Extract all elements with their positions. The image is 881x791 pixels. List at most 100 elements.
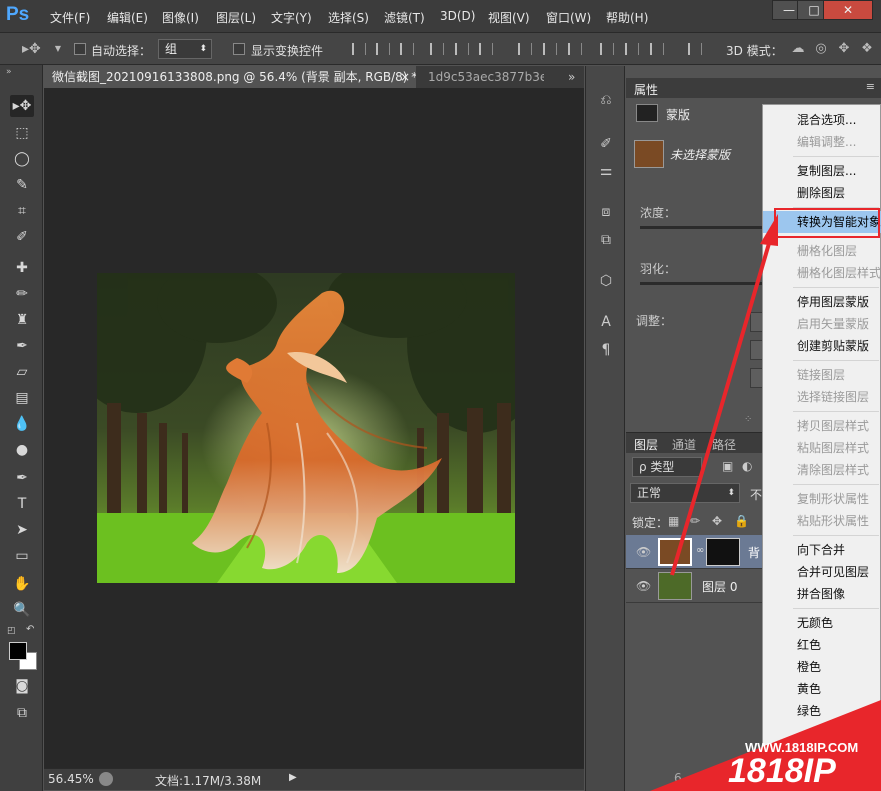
quick-mask-icon[interactable]: ◙ xyxy=(10,675,34,697)
menu-item-green[interactable]: 绿色 xyxy=(763,700,881,722)
quick-select-tool-icon[interactable]: ✎ xyxy=(10,174,34,196)
feather-slider[interactable] xyxy=(640,282,765,285)
menu-item-duplicate-layer[interactable]: 复制图层... xyxy=(763,160,881,182)
tab-paths[interactable]: 路径 xyxy=(712,436,736,453)
dodge-tool-icon[interactable]: ● xyxy=(10,439,34,461)
hand-tool-icon[interactable]: ✋ xyxy=(10,573,34,595)
layer-kind-filter[interactable]: ρ 类型 xyxy=(632,457,702,477)
move-tool-preset-icon[interactable]: ▸✥ xyxy=(22,41,41,57)
3d-rotate-icon[interactable]: ☁ xyxy=(790,41,806,57)
clone-source-icon[interactable]: ⧈ xyxy=(596,202,616,222)
menu-type[interactable]: 文字(Y) xyxy=(271,9,312,26)
menu-item-no-color[interactable]: 无颜色 xyxy=(763,612,881,634)
clone-stamp-tool-icon[interactable]: ♜ xyxy=(10,309,34,331)
eraser-tool-icon[interactable]: ▱ xyxy=(10,361,34,383)
distribute-hcenter-icon[interactable] xyxy=(625,43,639,55)
distribute-right-icon[interactable] xyxy=(650,43,664,55)
menu-view[interactable]: 视图(V) xyxy=(488,9,530,26)
character-panel-icon[interactable]: A xyxy=(596,312,616,332)
canvas-area[interactable] xyxy=(44,88,584,768)
marquee-tool-icon[interactable]: ⬚ xyxy=(10,122,34,144)
resize-handle-icon[interactable]: ⁘ xyxy=(744,414,752,425)
align-right-icon[interactable] xyxy=(479,43,493,55)
menu-3d[interactable]: 3D(D) xyxy=(440,9,475,23)
zoom-level[interactable]: 56.45% xyxy=(48,772,94,786)
3d-slide-icon[interactable]: ❖ xyxy=(859,41,875,57)
menu-image[interactable]: 图像(I) xyxy=(162,9,199,26)
brush-presets-icon[interactable]: ⚌ xyxy=(596,161,616,181)
filter-adjust-icon[interactable]: ◐ xyxy=(742,459,752,473)
properties-title[interactable]: 属性 xyxy=(634,81,658,98)
rectangle-tool-icon[interactable]: ▭ xyxy=(10,545,34,567)
paragraph-panel-icon[interactable]: ¶ xyxy=(596,340,616,360)
link-chain-icon[interactable]: ∞ xyxy=(696,545,704,556)
distribute-top-icon[interactable] xyxy=(518,43,532,55)
screen-mode-icon[interactable]: ⧉ xyxy=(10,702,34,724)
align-bottom-icon[interactable] xyxy=(400,43,414,55)
layer-mask-thumbnail[interactable] xyxy=(706,538,740,566)
document-image[interactable] xyxy=(97,273,515,583)
align-vcenter-icon[interactable] xyxy=(376,43,390,55)
align-top-icon[interactable] xyxy=(352,43,366,55)
tool-presets-icon[interactable]: ⧉ xyxy=(596,230,616,250)
menu-item-red[interactable]: 红色 xyxy=(763,634,881,656)
layer-name[interactable]: 背 xyxy=(748,544,760,561)
brushes-panel-icon[interactable]: ✐ xyxy=(596,134,616,154)
history-brush-tool-icon[interactable]: ✒ xyxy=(10,335,34,357)
status-share-icon[interactable] xyxy=(99,772,113,786)
align-left-icon[interactable] xyxy=(430,43,444,55)
menu-item-flatten-image[interactable]: 拼合图像 xyxy=(763,583,881,605)
collapse-icon[interactable]: » xyxy=(6,67,12,77)
blend-mode-select[interactable]: 正常 ⬍ xyxy=(630,483,740,503)
menu-item-disable-layer-mask[interactable]: 停用图层蒙版 xyxy=(763,291,881,313)
3d-panel-icon[interactable]: ⬡ xyxy=(596,271,616,291)
auto-select-dropdown[interactable]: 组 ⬍ xyxy=(158,39,212,59)
align-hcenter-icon[interactable] xyxy=(455,43,469,55)
path-select-tool-icon[interactable]: ➤ xyxy=(10,519,34,541)
menu-window[interactable]: 窗口(W) xyxy=(546,9,591,26)
history-panel-icon[interactable]: ⎌ xyxy=(596,90,616,110)
lock-all-icon[interactable]: 🔒 xyxy=(734,514,749,528)
3d-roll-icon[interactable]: ◎ xyxy=(813,41,829,57)
menu-item-blending-options[interactable]: 混合选项... xyxy=(763,109,881,131)
tab-active-document[interactable]: 微信截图_20210916133808.png @ 56.4% (背景 副本, … xyxy=(44,66,416,88)
auto-select-checkbox[interactable] xyxy=(74,43,86,55)
visibility-eye-icon[interactable]: 👁 xyxy=(636,579,651,593)
tab-layers[interactable]: 图层 xyxy=(634,436,658,453)
preset-dropdown-icon[interactable]: ▼ xyxy=(50,41,66,57)
menu-item-merge-visible[interactable]: 合并可见图层 xyxy=(763,561,881,583)
pen-tool-icon[interactable]: ✒ xyxy=(10,467,34,489)
menu-item-yellow[interactable]: 黄色 xyxy=(763,678,881,700)
lock-position-icon[interactable]: ✥ xyxy=(712,514,722,528)
distribute-vcenter-icon[interactable] xyxy=(543,43,557,55)
default-colors-icon[interactable]: ◰ xyxy=(7,626,16,636)
menu-edit[interactable]: 编辑(E) xyxy=(107,9,148,26)
menu-select[interactable]: 选择(S) xyxy=(328,9,369,26)
crop-tool-icon[interactable]: ⌗ xyxy=(10,200,34,222)
menu-help[interactable]: 帮助(H) xyxy=(606,9,648,26)
menu-filter[interactable]: 滤镜(T) xyxy=(384,9,425,26)
menu-file[interactable]: 文件(F) xyxy=(50,9,90,26)
move-tool-icon[interactable]: ▸✥ xyxy=(10,95,34,117)
menu-item-delete-layer[interactable]: 删除图层 xyxy=(763,182,881,204)
show-transform-checkbox[interactable] xyxy=(233,43,245,55)
status-menu-arrow-icon[interactable]: ▶ xyxy=(289,772,297,783)
swap-colors-icon[interactable]: ↶ xyxy=(26,624,34,635)
menu-item-merge-down[interactable]: 向下合并 xyxy=(763,539,881,561)
lock-image-icon[interactable]: ✏ xyxy=(690,514,700,528)
menu-item-create-clipping-mask[interactable]: 创建剪贴蒙版 xyxy=(763,335,881,357)
brush-tool-icon[interactable]: ✏ xyxy=(10,283,34,305)
menu-layer[interactable]: 图层(L) xyxy=(216,9,256,26)
lock-transparent-icon[interactable]: ▦ xyxy=(668,514,679,528)
blur-tool-icon[interactable]: 💧 xyxy=(10,413,34,435)
visibility-eye-icon[interactable]: 👁 xyxy=(636,545,651,559)
panel-menu-icon[interactable]: ≡ xyxy=(866,80,875,93)
healing-brush-tool-icon[interactable]: ✚ xyxy=(10,257,34,279)
tab-close-icon[interactable]: × xyxy=(400,66,410,88)
foreground-color-swatch[interactable] xyxy=(9,642,27,660)
density-slider[interactable] xyxy=(640,226,765,229)
lasso-tool-icon[interactable]: ◯ xyxy=(10,148,34,170)
tab-overflow-icon[interactable]: » xyxy=(560,66,584,88)
auto-align-icon[interactable] xyxy=(688,43,702,55)
gradient-tool-icon[interactable]: ▤ xyxy=(10,387,34,409)
